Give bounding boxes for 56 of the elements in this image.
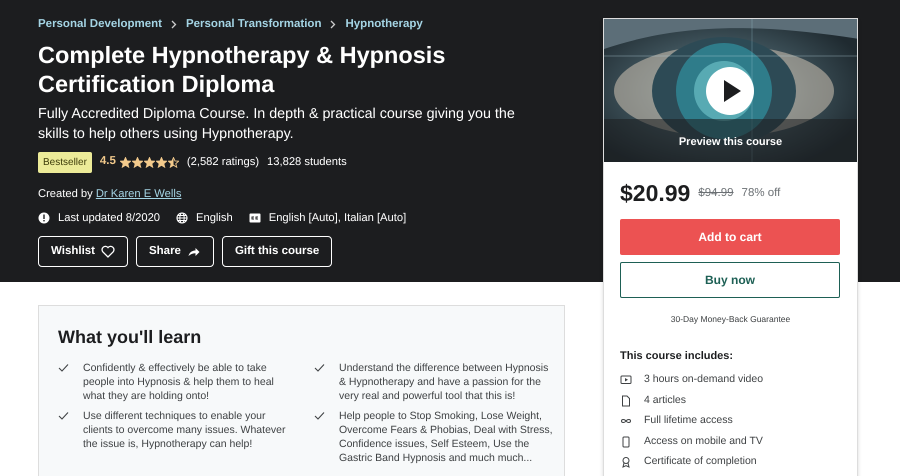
breadcrumb-link[interactable]: Personal Transformation: [186, 16, 322, 34]
learn-item-text: Confidently & effectively be able to take people into Hypnosis & help them to heal what they are holding onto!: [83, 361, 275, 404]
check-icon: [58, 410, 69, 421]
preview-label: Preview this course: [678, 134, 784, 150]
check-icon: [314, 363, 325, 373]
heart-icon: [100, 244, 115, 259]
award-icon: [620, 456, 632, 468]
discount: 78% off: [742, 186, 780, 201]
includes-item-text: 3 hours on-demand video: [644, 372, 764, 388]
star-icon: [156, 156, 167, 168]
meta-text: English [Auto], Italian [Auto]: [268, 210, 406, 226]
chevron-icon: [330, 20, 336, 30]
course-title: Complete Hypnotherapy & Hypnosis Certification Diploma: [38, 41, 446, 100]
share-button[interactable]: Share: [136, 236, 214, 268]
author-link[interactable]: Dr Karen E Wells: [96, 188, 182, 200]
alert-icon: [38, 212, 50, 224]
add-to-cart-button[interactable]: Add to cart: [620, 218, 840, 254]
rating-value: 4.5: [100, 154, 116, 170]
wishlist-button[interactable]: Wishlist: [38, 236, 128, 268]
check-icon: [58, 363, 69, 373]
ratings-count: (2,582 ratings): [186, 154, 260, 170]
section-heading: What you'll learn: [58, 326, 202, 349]
star-icon: [120, 156, 131, 168]
star-icon: [144, 156, 155, 168]
meta-text: English: [196, 210, 233, 226]
guarantee-text: 30-Day Money-Back Guarantee: [670, 314, 790, 324]
learn-item-text: Use different techniques to enable your clients to overcome many issues. Whatever the issue is, Hypnotherapy can help!: [83, 408, 286, 452]
students-count: 13,828 students: [267, 154, 347, 170]
star-icon: [168, 156, 179, 168]
star-icon: [132, 156, 143, 168]
learn-item-text: Understand the difference between Hypnosis & Hypnotherapy and have a passion for the very real and powerful tool that this is!: [339, 361, 550, 404]
meta-text: Last updated 8/2020: [58, 210, 160, 226]
video-icon: [620, 374, 632, 386]
gift-button[interactable]: Gift this course: [222, 236, 332, 268]
course-subtitle: Fully Accredited Diploma Course. In depth & practical course giving you the skills to help others using Hypnotherapy.: [38, 104, 516, 144]
check-icon: [314, 410, 325, 421]
captions-icon: [248, 212, 261, 224]
buy-now-button[interactable]: Buy now: [620, 262, 840, 298]
includes-heading: This course includes:: [620, 348, 734, 364]
includes-item-text: Access on mobile and TV: [644, 434, 763, 449]
breadcrumb-link[interactable]: Personal Development: [38, 16, 162, 34]
document-icon: [620, 394, 632, 407]
learn-item-text: Help people to Stop Smoking, Lose Weight, Overcome Fears & Phobias, Deal with Stress, Confidence issues, Self Esteem, Use the Gastric Band Hypnosis and much much...: [339, 408, 554, 466]
chevron-icon: [170, 20, 177, 30]
includes-item-text: 4 articles: [644, 392, 686, 408]
price: $20.99: [620, 179, 690, 208]
phone-icon: [620, 436, 632, 448]
bestseller-badge: Bestseller: [38, 152, 92, 173]
original-price: $94.99: [698, 186, 734, 201]
includes-item-text: Full lifetime access: [644, 413, 733, 428]
created-by-text: Created by Dr Karen E Wells: [38, 188, 182, 200]
globe-icon: [176, 212, 188, 224]
course-preview[interactable]: Preview this course: [604, 19, 857, 162]
breadcrumb-link[interactable]: Hypnotherapy: [345, 16, 423, 34]
includes-item-text: Certificate of completion: [644, 454, 757, 470]
play-icon: [706, 67, 754, 115]
